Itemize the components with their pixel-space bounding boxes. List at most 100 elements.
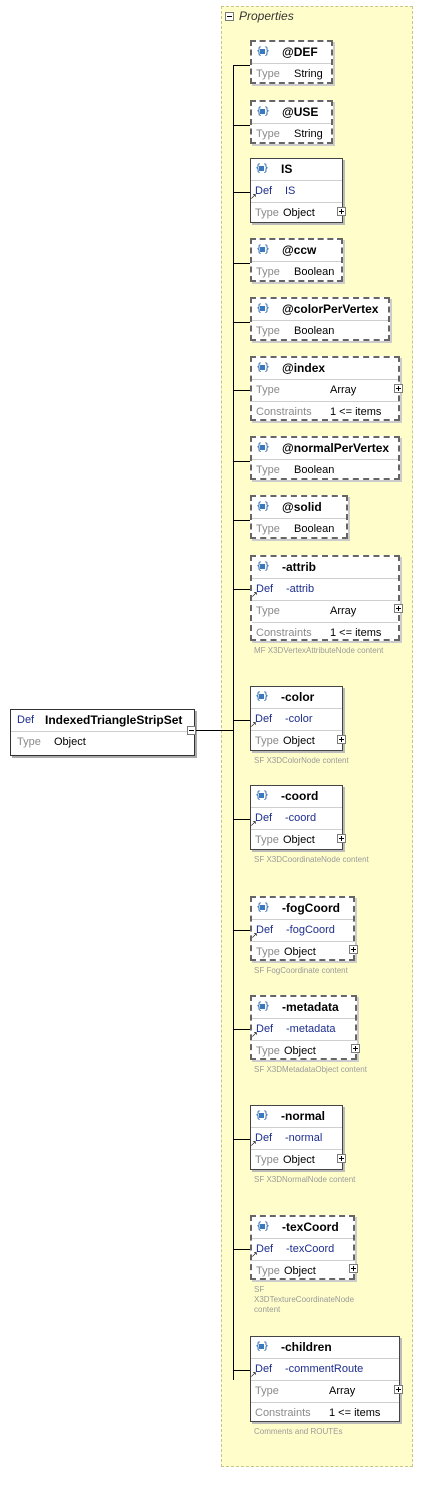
expand-icon[interactable] bbox=[394, 384, 403, 393]
expand-icon[interactable] bbox=[337, 207, 346, 216]
property-card[interactable]: {} @ccwType Boolean bbox=[250, 238, 343, 282]
property-card[interactable]: {} @solidType Boolean bbox=[250, 495, 348, 539]
row-label: Type bbox=[255, 1154, 279, 1166]
property-name: -coord bbox=[281, 789, 319, 803]
property-card[interactable]: {}-texCoord↗Def-texCoordTypeObject bbox=[250, 1215, 355, 1280]
property-row: Type Array bbox=[251, 1380, 399, 1402]
collapse-root-icon[interactable] bbox=[187, 726, 196, 735]
element-icon: {} bbox=[255, 691, 269, 702]
property-row: Type Boolean bbox=[252, 459, 398, 481]
row-value: 1 <= items bbox=[330, 406, 382, 418]
element-icon: {} bbox=[256, 501, 270, 512]
branch-connector bbox=[233, 125, 250, 126]
branch-connector bbox=[233, 263, 250, 264]
property-card[interactable]: {}-children↗Def-commentRouteTypeArrayCon… bbox=[250, 1336, 400, 1422]
row-value: -metadata bbox=[286, 1023, 336, 1035]
property-header-row: {} IS bbox=[251, 159, 342, 180]
property-row: Type Object bbox=[252, 941, 353, 963]
property-row: ↗ Def -metadata bbox=[251, 1018, 355, 1040]
property-row: Type String bbox=[252, 63, 331, 85]
property-note: MF X3DVertexAttributeNode content bbox=[254, 646, 384, 655]
property-card[interactable]: {}-attrib↗Def-attribTypeArrayConstraints… bbox=[250, 555, 400, 641]
row-label: Type bbox=[256, 464, 280, 476]
branch-connector bbox=[233, 1370, 250, 1371]
property-row: ↗ Def -coord bbox=[250, 807, 342, 829]
row-value: -texCoord bbox=[286, 1243, 335, 1255]
root-type-row: Type Object bbox=[11, 731, 194, 753]
property-row: Type Object bbox=[251, 730, 342, 752]
property-row: Type String bbox=[252, 123, 331, 145]
property-card[interactable]: {}-coord↗Def-coordTypeObject bbox=[250, 785, 343, 850]
expand-icon[interactable] bbox=[351, 1044, 360, 1053]
property-header-row: {} -coord bbox=[251, 786, 342, 807]
property-card[interactable]: {}-fogCoord↗Def-fogCoordTypeObject bbox=[250, 896, 355, 961]
property-header-row: {} -metadata bbox=[252, 997, 355, 1018]
expand-icon[interactable] bbox=[349, 1264, 358, 1273]
property-name: -texCoord bbox=[282, 1220, 339, 1234]
property-row: Constraints 1 <= items bbox=[252, 622, 398, 644]
property-card[interactable]: {} @normalPerVertexType Boolean bbox=[250, 436, 400, 480]
property-header-row: {} @colorPerVertex bbox=[252, 299, 388, 320]
row-value: Object bbox=[283, 207, 315, 219]
property-row: ↗ Def -texCoord bbox=[251, 1238, 353, 1260]
row-label: Def bbox=[256, 1243, 274, 1255]
expand-icon[interactable] bbox=[394, 604, 403, 613]
branch-connector bbox=[233, 461, 250, 462]
property-row: Type Boolean bbox=[252, 261, 341, 283]
row-label: Def bbox=[255, 713, 273, 725]
property-header-row: {} -color bbox=[251, 687, 342, 708]
row-label: Type bbox=[256, 1265, 280, 1277]
property-card[interactable]: {}IS↗DefISTypeObject bbox=[250, 158, 343, 223]
property-header-row: {} @solid bbox=[252, 497, 346, 518]
collapse-properties-icon[interactable] bbox=[225, 12, 234, 21]
property-name: @normalPerVertex bbox=[282, 441, 390, 455]
property-card[interactable]: {}-normal↗Def-normalTypeObject bbox=[250, 1105, 343, 1170]
expand-icon[interactable] bbox=[337, 834, 346, 843]
row-label: Type bbox=[256, 325, 280, 337]
expand-icon[interactable] bbox=[349, 945, 358, 954]
branch-connector bbox=[233, 1139, 250, 1140]
expand-icon[interactable] bbox=[337, 735, 346, 744]
row-label: Type bbox=[255, 207, 279, 219]
property-name: -children bbox=[281, 1340, 332, 1354]
row-value: Array bbox=[330, 384, 357, 396]
row-label: Type bbox=[256, 68, 280, 80]
row-label: Type bbox=[256, 1045, 280, 1057]
branch-connector bbox=[233, 589, 250, 590]
row-value: 1 <= items bbox=[330, 627, 382, 639]
property-row: Constraints 1 <= items bbox=[251, 1402, 399, 1424]
root-connector bbox=[196, 730, 234, 731]
row-label: Constraints bbox=[255, 1407, 311, 1419]
expand-icon[interactable] bbox=[394, 1385, 403, 1394]
element-icon: {} bbox=[256, 1001, 270, 1012]
property-name: @colorPerVertex bbox=[282, 302, 379, 316]
element-icon: {} bbox=[255, 1341, 269, 1352]
row-label: Constraints bbox=[256, 406, 312, 418]
property-header-row: {} -attrib bbox=[252, 557, 398, 578]
row-value: Boolean bbox=[294, 266, 335, 278]
property-card[interactable]: {} @indexType Array Constraints 1 <= items bbox=[250, 356, 400, 421]
row-label: Type bbox=[256, 946, 280, 958]
expand-icon[interactable] bbox=[337, 1154, 346, 1163]
row-label: Type bbox=[255, 1385, 279, 1397]
element-icon: {} bbox=[255, 1110, 269, 1121]
property-row: ↗ Def -normal bbox=[250, 1127, 342, 1149]
property-row: ↗ Def -attrib bbox=[251, 578, 398, 600]
property-card[interactable]: {} @USEType String bbox=[250, 100, 333, 144]
property-row: Constraints 1 <= items bbox=[252, 401, 398, 423]
property-header-row: {} @normalPerVertex bbox=[252, 438, 398, 459]
row-label: Constraints bbox=[256, 627, 312, 639]
property-card[interactable]: {}-color↗Def-colorTypeObject bbox=[250, 686, 343, 751]
property-card[interactable]: {}-metadata↗Def-metadataTypeObject bbox=[250, 995, 357, 1060]
property-card[interactable]: {} @colorPerVertexType Boolean bbox=[250, 297, 390, 341]
row-label: Def bbox=[255, 185, 273, 197]
property-row: ↗ Def -color bbox=[250, 708, 342, 730]
root-name: IndexedTriangleStripSet bbox=[45, 713, 183, 727]
row-value: Boolean bbox=[294, 523, 335, 535]
branch-connector bbox=[233, 192, 250, 193]
root-node[interactable]: Def IndexedTriangleStripSet Type Object bbox=[10, 709, 195, 756]
row-value: Object bbox=[283, 735, 315, 747]
property-row: ↗ Def -fogCoord bbox=[251, 919, 353, 941]
property-card[interactable]: {} @DEFType String bbox=[250, 40, 333, 84]
element-icon: {} bbox=[256, 362, 270, 373]
